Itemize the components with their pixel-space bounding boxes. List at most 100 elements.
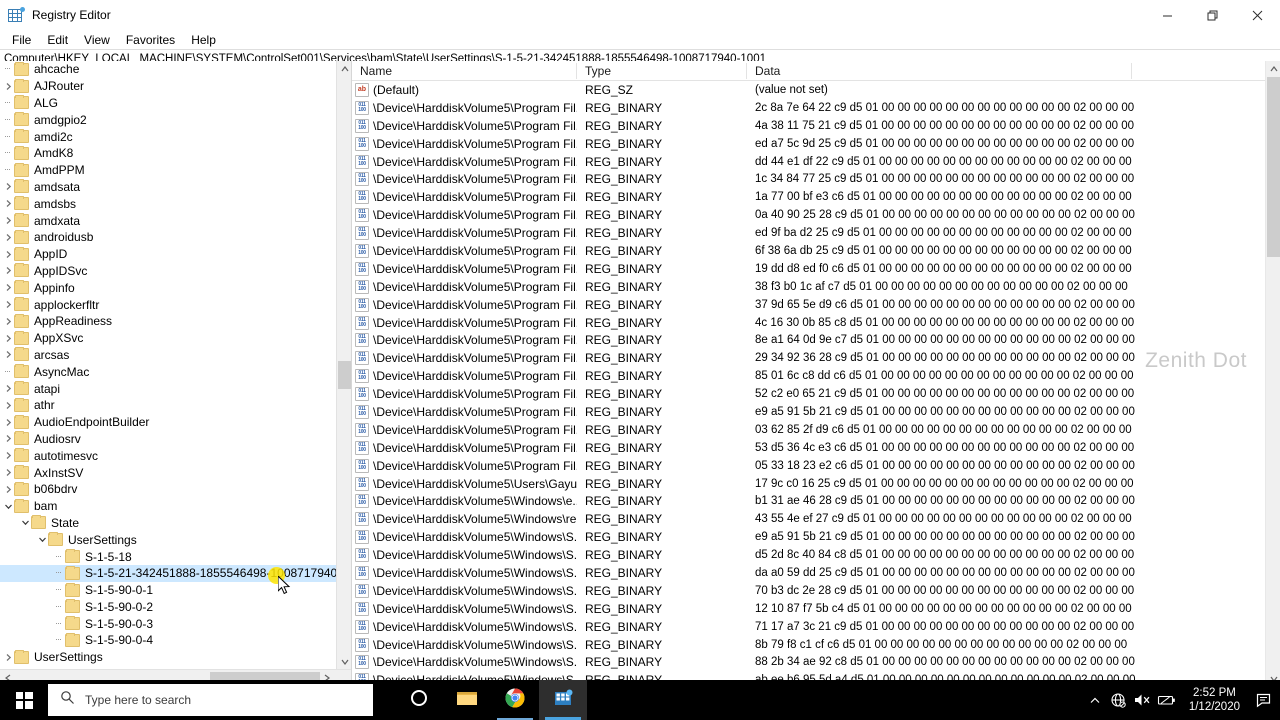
column-header-type[interactable]: Type xyxy=(577,61,747,81)
table-row[interactable]: 011 100 \Device\HarddiskVolume5\Program Fi… xyxy=(352,457,1265,475)
tree-item[interactable]: AmdPPM xyxy=(0,162,336,179)
tree-item[interactable]: Audiosrv xyxy=(0,431,336,448)
table-row[interactable]: 011 100 \Device\HarddiskVolume5\Program Fi… xyxy=(352,349,1265,367)
chevron-right-icon[interactable] xyxy=(3,465,14,481)
table-row[interactable]: 011 100 \Device\HarddiskVolume5\Program Fi… xyxy=(352,403,1265,421)
tree-item[interactable]: S-1-5-21-342451888-1855546498-1008717940… xyxy=(0,564,336,582)
table-row[interactable]: 011100 \Device\HarddiskVolume5\Windows\S.… xyxy=(352,618,1265,636)
list-scroll-up-icon[interactable] xyxy=(1266,61,1280,76)
table-row[interactable]: 011 100 \Device\HarddiskVolume5\Windows\e.… xyxy=(352,492,1265,510)
tree-item[interactable]: atapi xyxy=(0,380,336,397)
menu-favorites[interactable]: Favorites xyxy=(118,31,183,49)
chevron-right-icon[interactable] xyxy=(3,313,14,329)
tree-item[interactable]: AudioEndpointBuilder xyxy=(0,414,336,431)
table-row[interactable]: 011 100 \Device\HarddiskVolume5\Program Fi… xyxy=(352,314,1265,332)
registry-editor-taskbar-button[interactable] xyxy=(539,680,587,720)
tree-scroll-down-icon[interactable] xyxy=(337,654,351,669)
chevron-right-icon[interactable] xyxy=(3,213,14,229)
table-row[interactable]: 011100 \Device\HarddiskVolume5\Windows\S.… xyxy=(352,564,1265,582)
battery-icon[interactable] xyxy=(1155,680,1179,720)
tree-item[interactable]: AppReadiness xyxy=(0,313,336,330)
list-scroll-thumb[interactable] xyxy=(1267,77,1280,257)
tree-item[interactable]: ALG xyxy=(0,95,336,112)
tree-item[interactable]: amdgpio2 xyxy=(0,111,336,128)
action-center-button[interactable] xyxy=(1250,680,1280,720)
table-row[interactable]: 011 100 \Device\HarddiskVolume5\Program Fi… xyxy=(352,421,1265,439)
tree-item[interactable]: amdsbs xyxy=(0,195,336,212)
network-globe-icon[interactable] xyxy=(1107,680,1131,720)
chevron-down-icon[interactable] xyxy=(37,532,48,548)
tree-item[interactable]: AxInstSV xyxy=(0,464,336,481)
chevron-right-icon[interactable] xyxy=(3,431,14,447)
table-row[interactable]: 011 100 \Device\HarddiskVolume5\Program Fi… xyxy=(352,242,1265,260)
cortana-button[interactable] xyxy=(395,680,443,720)
table-row[interactable]: 011 100 \Device\HarddiskVolume5\Program Fi… xyxy=(352,260,1265,278)
table-row[interactable]: 011100 \Device\HarddiskVolume5\Windows\S.… xyxy=(352,654,1265,672)
menu-file[interactable]: File xyxy=(4,31,39,49)
chevron-right-icon[interactable] xyxy=(3,649,14,665)
close-button[interactable] xyxy=(1235,0,1280,30)
chevron-right-icon[interactable] xyxy=(3,297,14,313)
tree-item[interactable]: S-1-5-90-0-2 xyxy=(0,599,336,616)
tree-item[interactable]: Appinfo xyxy=(0,279,336,296)
tree-item[interactable]: S-1-5-90-0-3 xyxy=(0,615,336,632)
table-row[interactable]: 011100 \Device\HarddiskVolume5\Windows\S.… xyxy=(352,636,1265,654)
table-row[interactable]: 011 100 \Device\HarddiskVolume5\Program Fi… xyxy=(352,170,1265,188)
taskbar-search-box[interactable]: Type here to search xyxy=(48,684,373,716)
chevron-right-icon[interactable] xyxy=(3,229,14,245)
table-row[interactable]: 011100 \Device\HarddiskVolume5\Windows\S.… xyxy=(352,546,1265,564)
table-row[interactable]: 011 100 \Device\HarddiskVolume5\Program Fi… xyxy=(352,296,1265,314)
tree-item[interactable]: State xyxy=(0,515,336,532)
tree-item[interactable]: UserSettings xyxy=(0,531,336,548)
chevron-down-icon[interactable] xyxy=(3,498,14,514)
table-row[interactable]: 011 100 \Device\HarddiskVolume5\Program Fi… xyxy=(352,206,1265,224)
google-chrome-button[interactable] xyxy=(491,680,539,720)
tree-scroll-up-icon[interactable] xyxy=(337,61,351,76)
taskbar-clock[interactable]: 2:52 PM 1/12/2020 xyxy=(1179,686,1250,714)
table-row[interactable]: 011100 \Device\HarddiskVolume5\Windows\S.… xyxy=(352,528,1265,546)
table-row[interactable]: 011 100 \Device\HarddiskVolume5\Program Fi… xyxy=(352,153,1265,171)
tree-vertical-scrollbar[interactable] xyxy=(336,61,351,669)
tree-item[interactable]: arcsas xyxy=(0,347,336,364)
restore-button[interactable] xyxy=(1190,0,1235,30)
chevron-down-icon[interactable] xyxy=(20,515,31,531)
table-row[interactable]: 011 100 \Device\HarddiskVolume5\Program Fi… xyxy=(352,188,1265,206)
table-row[interactable]: 011 100 \Device\HarddiskVolume5\Program Fi… xyxy=(352,135,1265,153)
tree-scroll-thumb[interactable] xyxy=(338,361,351,389)
menu-edit[interactable]: Edit xyxy=(39,31,76,49)
table-row[interactable]: 011 100 \Device\HarddiskVolume5\Program Fi… xyxy=(352,117,1265,135)
registry-tree[interactable]: ahcache AJRouter ALG amdgpio2 amdi2c AmdK8 Amd… xyxy=(0,61,336,669)
tree-item[interactable]: UserSettings xyxy=(0,649,336,666)
table-row[interactable]: 011 100 \Device\HarddiskVolume5\Users\Gayu… xyxy=(352,475,1265,493)
registry-values-list[interactable]: ab (Default) REG_SZ (value not set) 011 100 \D… xyxy=(352,81,1265,686)
menu-help[interactable]: Help xyxy=(183,31,224,49)
table-row[interactable]: 011 100 \Device\HarddiskVolume5\Windows\re… xyxy=(352,510,1265,528)
tree-item[interactable]: S-1-5-90-0-1 xyxy=(0,582,336,599)
menu-view[interactable]: View xyxy=(76,31,118,49)
column-header-name[interactable]: Name xyxy=(352,61,577,81)
list-vertical-scrollbar[interactable] xyxy=(1265,61,1280,686)
minimize-button[interactable] xyxy=(1145,0,1190,30)
tree-item[interactable]: S-1-5-18 xyxy=(0,548,336,565)
chevron-right-icon[interactable] xyxy=(3,246,14,262)
volume-muted-icon[interactable] xyxy=(1131,680,1155,720)
tree-item[interactable]: AppID xyxy=(0,246,336,263)
chevron-right-icon[interactable] xyxy=(3,330,14,346)
tree-item[interactable]: AmdK8 xyxy=(0,145,336,162)
tree-item[interactable]: amdxata xyxy=(0,212,336,229)
chevron-right-icon[interactable] xyxy=(3,448,14,464)
tree-item[interactable]: bam xyxy=(0,498,336,515)
table-row[interactable]: 011 100 \Device\HarddiskVolume5\Program Fi… xyxy=(352,278,1265,296)
tree-item[interactable]: AppXSvc xyxy=(0,330,336,347)
table-row[interactable]: 011 100 \Device\HarddiskVolume5\Program Fi… xyxy=(352,385,1265,403)
tree-item[interactable]: amdi2c xyxy=(0,128,336,145)
chevron-right-icon[interactable] xyxy=(3,481,14,497)
tree-item[interactable]: AsyncMac xyxy=(0,363,336,380)
table-row[interactable]: 011 100 \Device\HarddiskVolume5\Program Fi… xyxy=(352,224,1265,242)
chevron-right-icon[interactable] xyxy=(3,347,14,363)
chevron-right-icon[interactable] xyxy=(3,179,14,195)
tree-item[interactable]: S-1-5-90-0-4 xyxy=(0,632,336,649)
table-row[interactable]: 011 100 \Device\HarddiskVolume5\Program Fi… xyxy=(352,367,1265,385)
tree-item[interactable]: androidusb xyxy=(0,229,336,246)
table-row[interactable]: 011 100 \Device\HarddiskVolume5\Program Fi… xyxy=(352,331,1265,349)
